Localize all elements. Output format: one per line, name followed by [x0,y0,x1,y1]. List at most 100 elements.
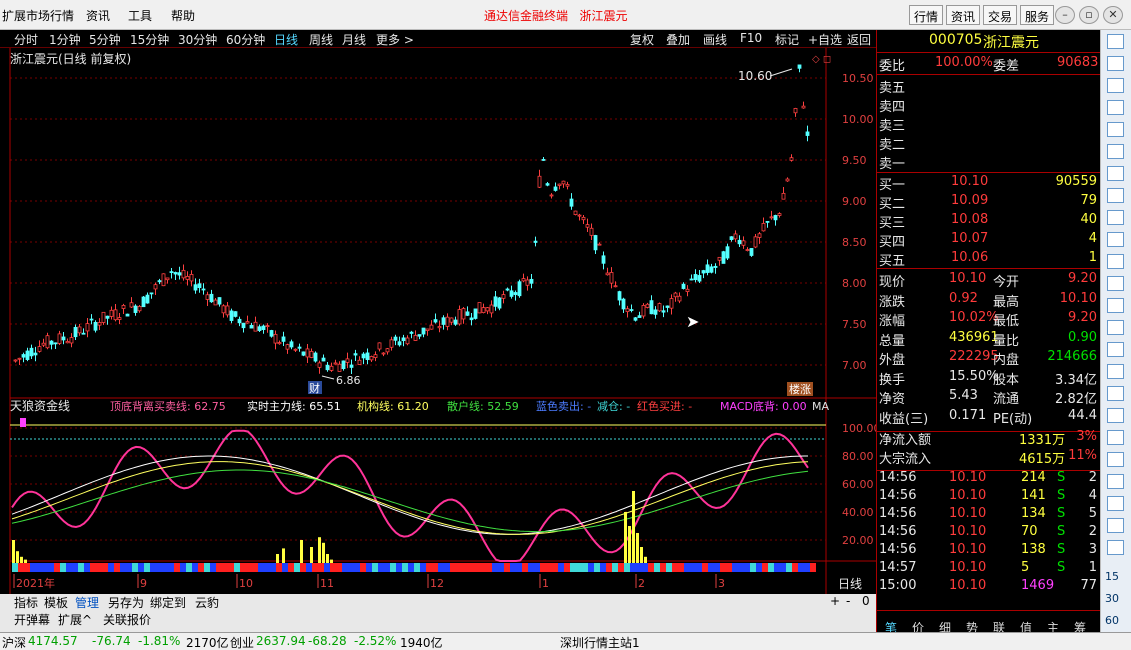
toolbar-tool-icon[interactable] [1107,122,1124,137]
add-watchlist-button[interactable]: +自选 [808,31,842,48]
service-button[interactable]: 服务 [1020,5,1055,25]
toolbar-tool-icon[interactable] [1107,100,1124,115]
toolbar-tool-icon[interactable] [1107,474,1124,489]
toolbar-tool-icon[interactable] [1107,430,1124,445]
minimize-icon[interactable]: – [1055,6,1075,24]
tab-indicators[interactable]: 指标 [14,594,38,611]
candle [709,266,714,273]
toolbar-tool-icon[interactable] [1107,144,1124,159]
status-bar: 沪深 4174.57 -76.74 -1.81% 2170亿 创业 2637.9… [0,632,1131,650]
candle [525,279,530,286]
period-5min[interactable]: 5分钟 [89,31,121,48]
toolbar-minutes-30[interactable]: 30 [1105,592,1119,605]
period-monthly[interactable]: 月线 [342,31,366,48]
server-name[interactable]: 深圳行情主站1 [560,634,640,650]
tab-bind-to[interactable]: 绑定到 [150,594,186,611]
period-30min[interactable]: 30分钟 [178,31,217,48]
kline-chart[interactable]: 浙江震元(日线 前复权) 10.60 6.86 财 楼涨 ◇ ◻ 10.50 10… [0,48,876,594]
period-weekly[interactable]: 周线 [309,31,333,48]
toolbar-tool-icon[interactable] [1107,298,1124,313]
period-more[interactable]: 更多 > [376,31,414,48]
ind-legend-7: MACD底背: 0.00 [720,399,807,413]
tab-save-as[interactable]: 另存为 [108,594,144,611]
indicator-name[interactable]: 天狼资金线 [10,398,70,413]
period-daily[interactable]: 日线 [274,31,298,48]
candle [209,293,214,303]
menu-news[interactable]: 资讯 [86,7,110,24]
candle [129,302,134,308]
toolbar-tool-icon[interactable] [1107,342,1124,357]
toolbar-minutes-15[interactable]: 15 [1105,570,1119,583]
news-button[interactable]: 资讯 [946,5,981,25]
diamond-icon[interactable]: ◇ ◻ [812,54,831,65]
toolbar-tool-icon[interactable] [1107,78,1124,93]
candle [97,322,102,326]
candle [509,290,514,297]
back-button[interactable]: 返回 [847,31,871,48]
f10-button[interactable]: F10 [740,31,762,45]
candle [277,342,282,345]
tab-manage[interactable]: 管理 [75,594,99,611]
overlay-button[interactable]: 叠加 [666,31,690,48]
toolbar-tool-icon[interactable] [1107,320,1124,335]
candle [461,308,466,320]
toolbar-tool-icon[interactable] [1107,254,1124,269]
period-1min[interactable]: 1分钟 [49,31,81,48]
candle [469,317,474,321]
toolbar-tool-icon[interactable] [1107,364,1124,379]
toolbar-tool-icon[interactable] [1107,34,1124,49]
toolbar-tool-icon[interactable] [1107,386,1124,401]
toolbar-tool-icon[interactable] [1107,210,1124,225]
toolbar-tool-icon[interactable] [1107,408,1124,423]
menu-tools[interactable]: 工具 [128,7,152,24]
period-60min[interactable]: 60分钟 [226,31,265,48]
period-15min[interactable]: 15分钟 [130,31,169,48]
toolbar-tool-icon[interactable] [1107,166,1124,181]
finance-marker[interactable]: 财 [309,381,320,395]
toolbar-tool-icon[interactable] [1107,276,1124,291]
candle [325,364,330,371]
toolbar-tool-icon[interactable] [1107,518,1124,533]
toolbar-tool-icon[interactable] [1107,56,1124,71]
candle [305,348,310,358]
menu-ext-market[interactable]: 扩展市场行情 [2,7,74,24]
draw-button[interactable]: 画线 [703,31,727,48]
mark-button[interactable]: 标记 [775,31,799,48]
toolbar-tool-icon[interactable] [1107,496,1124,511]
candle [505,288,510,291]
buy-row-4: 买四 10.07 4 [879,231,1097,250]
candle [497,297,502,309]
restore-icon[interactable]: ▫ [1079,6,1099,24]
toolbar-tool-icon[interactable] [1107,540,1124,555]
tab-cloud[interactable]: 云豹 [195,594,219,611]
limit-up-marker[interactable]: 楼涨 [789,382,811,396]
candle [485,307,490,312]
close-icon[interactable]: ✕ [1103,6,1123,24]
quote-button[interactable]: 行情 [909,5,944,25]
buy-row-5: 买五 10.06 1 [879,250,1097,269]
adjust-button[interactable]: 复权 [630,31,654,48]
candle [613,285,618,288]
zero-button[interactable]: 0 [862,594,870,608]
toolbar-tool-icon[interactable] [1107,188,1124,203]
candle [117,317,122,320]
tab-templates[interactable]: 模板 [44,594,68,611]
extend-button[interactable]: 扩展^ [58,611,92,628]
toolbar-tool-icon[interactable] [1107,452,1124,467]
zoom-out-icon[interactable]: - [846,594,850,608]
trade-button[interactable]: 交易 [983,5,1018,25]
tick-row-5: 14:57 10.10 5 S 1 [879,560,1097,575]
zoom-in-icon[interactable]: + [830,594,840,608]
danmu-button[interactable]: 开弹幕 [14,611,50,628]
ind-legend-2: 机构线: 61.20 [357,399,429,413]
toolbar-minutes-60[interactable]: 60 [1105,614,1119,627]
related-quote-button[interactable]: 关联报价 [103,611,151,628]
candle [317,362,322,368]
period-fenshi[interactable]: 分时 [14,31,38,48]
candle [261,325,266,330]
candle [33,352,38,356]
menu-help[interactable]: 帮助 [171,7,195,24]
toolbar-tool-icon[interactable] [1107,232,1124,247]
candle [237,318,242,324]
ind-legend-3: 散户线: 52.59 [447,399,519,413]
